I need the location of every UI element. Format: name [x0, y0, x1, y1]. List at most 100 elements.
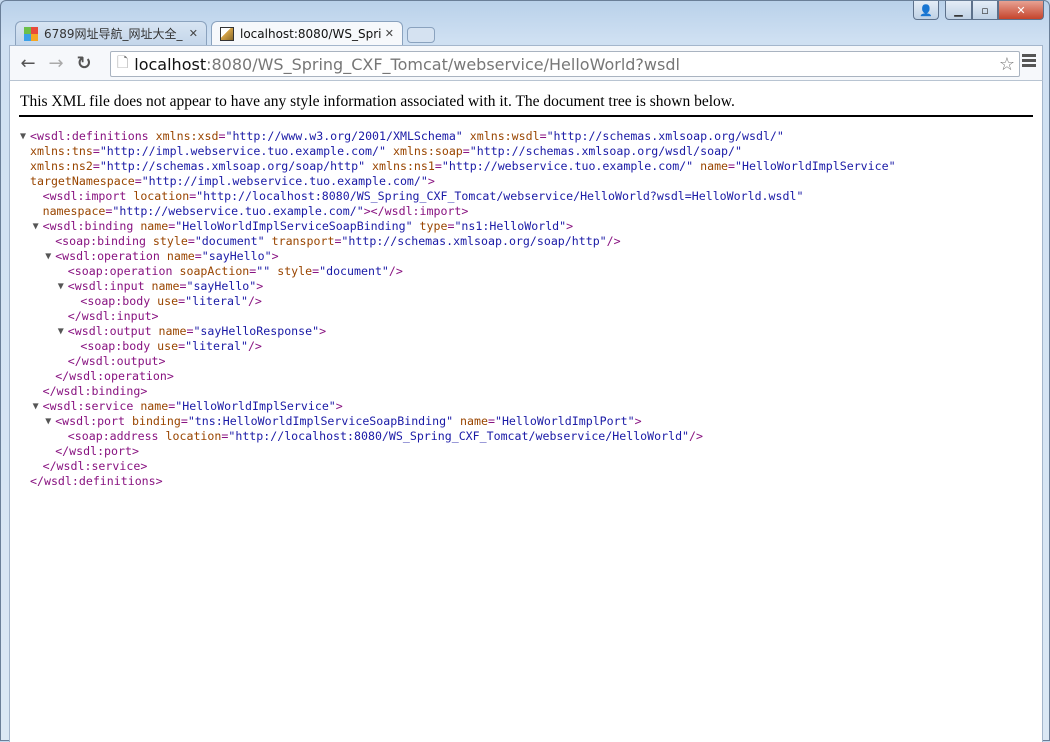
xml-style-notice: This XML file does not appear to have an… — [20, 93, 735, 110]
xml-tag: </wsdl:output> — [67, 354, 166, 368]
back-button[interactable]: ← — [14, 53, 42, 74]
collapse-toggle-icon[interactable]: ▼ — [33, 399, 43, 414]
xml-tag: = — [434, 159, 442, 173]
collapse-toggle-icon[interactable]: ▼ — [45, 414, 55, 429]
collapse-toggle-icon[interactable]: ▼ — [20, 129, 30, 144]
tab-localhost[interactable]: localhost:8080/WS_Spring ✕ — [211, 21, 403, 45]
window-controls: 👤 ▁ ▫ ✕ — [913, 1, 1044, 20]
xml-val: "HelloWorldImplService" — [735, 159, 896, 173]
xml-attr: xmlns:ns1 — [365, 159, 435, 173]
collapse-toggle-icon[interactable]: ▼ — [45, 249, 55, 264]
xml-val: "http://localhost:8080/WS_Spring_CXF_Tom… — [228, 429, 690, 443]
xml-val: "http://schemas.xmlsoap.org/wsdl/" — [546, 129, 784, 143]
xml-tag: /> — [606, 234, 621, 248]
xml-tag: = — [92, 159, 100, 173]
java-page-icon — [220, 26, 234, 41]
xml-tag: = — [539, 129, 547, 143]
xml-attr: name — [693, 159, 729, 173]
url-host: localhost — [134, 54, 207, 74]
xml-val: "sayHelloResponse" — [193, 324, 320, 338]
xml-tag: <wsdl:output — [67, 324, 152, 338]
xml-attr: name — [144, 279, 180, 293]
maximize-icon: ▫ — [981, 3, 989, 17]
xml-tag: </wsdl:operation> — [55, 369, 174, 383]
tab-strip: 6789网址导航_网址大全_ ✕ localhost:8080/WS_Sprin… — [15, 21, 435, 45]
xml-tag: <soap:body — [80, 294, 151, 308]
xml-tag: <wsdl:port — [55, 414, 125, 428]
xml-tag: <soap:body — [80, 339, 151, 353]
xml-val: "http://impl.webservice.tuo.example.com/… — [141, 174, 428, 188]
xml-attr: type — [412, 219, 448, 233]
xml-tag: = — [92, 144, 100, 158]
xml-tag: = — [462, 144, 470, 158]
xml-tag: <wsdl:operation — [55, 249, 160, 263]
close-tab-icon[interactable]: ✕ — [189, 27, 198, 40]
close-tab-icon[interactable]: ✕ — [385, 27, 394, 40]
xml-tag: > — [634, 414, 642, 428]
divider — [19, 115, 1033, 117]
user-profile-button[interactable]: 👤 — [913, 1, 939, 20]
xml-tag: > — [566, 219, 574, 233]
xml-val: "http://schemas.xmlsoap.org/soap/http" — [341, 234, 607, 248]
collapse-toggle-icon[interactable]: ▼ — [58, 324, 68, 339]
xml-val: "http://schemas.xmlsoap.org/wsdl/soap/" — [469, 144, 742, 158]
xml-val: "http://impl.webservice.tuo.example.com/… — [99, 144, 386, 158]
xml-val: "http://webservice.tuo.example.com/" — [112, 204, 364, 218]
bookmark-star-icon[interactable]: ☆ — [999, 54, 1015, 75]
menu-button[interactable] — [1022, 54, 1036, 69]
xml-val: "http://www.w3.org/2001/XMLSchema" — [225, 129, 463, 143]
xml-tag: /> — [247, 339, 262, 353]
xml-tag: > — [271, 249, 279, 263]
xml-tag: <wsdl:service — [42, 399, 134, 413]
toolbar: ← → ↻ 🗋 localhost:8080/WS_Spring_CXF_Tom… — [9, 45, 1043, 81]
xml-tag: </wsdl:service> — [42, 459, 148, 473]
xml-val: "HelloWorldImplServiceSoapBinding" — [175, 219, 413, 233]
xml-attr: name — [151, 324, 187, 338]
new-tab-button[interactable] — [407, 27, 435, 43]
xml-attr: namespace — [42, 204, 106, 218]
tab-6789[interactable]: 6789网址导航_网址大全_ ✕ — [15, 21, 207, 45]
xml-tag: ></wsdl:import> — [363, 204, 469, 218]
xml-tag: > — [427, 174, 435, 188]
url-path: :8080/WS_Spring_CXF_Tomcat/webservice/He… — [206, 54, 680, 74]
xml-val: "document" — [194, 234, 265, 248]
xml-tag: <wsdl:import — [42, 189, 127, 203]
minimize-button[interactable]: ▁ — [945, 1, 972, 20]
reload-button[interactable]: ↻ — [70, 53, 98, 74]
address-bar[interactable]: 🗋 localhost:8080/WS_Spring_CXF_Tomcat/we… — [110, 51, 1020, 77]
xml-attr: transport — [264, 234, 335, 248]
xml-tag: > — [256, 279, 264, 293]
xml-attr: xmlns:xsd — [148, 129, 219, 143]
xml-val: "HelloWorldImplPort" — [494, 414, 635, 428]
xml-tag: <wsdl:binding — [42, 219, 134, 233]
xml-tag: /> — [689, 429, 704, 443]
xml-tag: = — [134, 174, 142, 188]
xml-tag: </wsdl:definitions> — [30, 474, 163, 488]
xml-tag: > — [335, 399, 343, 413]
xml-attr: location — [126, 189, 190, 203]
page-icon: 🗋 — [117, 55, 129, 71]
xml-val: "http://localhost:8080/WS_Spring_CXF_Tom… — [196, 189, 804, 203]
close-window-button[interactable]: ✕ — [998, 1, 1044, 20]
xml-attr: soapAction — [172, 264, 250, 278]
collapse-toggle-icon[interactable]: ▼ — [58, 279, 68, 294]
xml-attr: xmlns:wsdl — [462, 129, 540, 143]
xml-tag: </wsdl:port> — [55, 444, 139, 458]
xml-val: "HelloWorldImplService" — [175, 399, 336, 413]
xml-tag: </wsdl:input> — [67, 309, 159, 323]
xml-attr: use — [150, 294, 179, 308]
xml-attr: style — [145, 234, 188, 248]
xml-attr: xmlns:ns2 — [30, 159, 93, 173]
xml-attr: name — [159, 249, 195, 263]
maximize-button[interactable]: ▫ — [972, 1, 998, 20]
xml-val: "literal" — [185, 339, 248, 353]
browser-window: 👤 ▁ ▫ ✕ 6789网址导航_网址大全_ ✕ localhost:8080/… — [0, 0, 1050, 742]
xml-tag: = — [728, 159, 736, 173]
forward-button[interactable]: → — [42, 53, 70, 74]
collapse-toggle-icon[interactable]: ▼ — [33, 219, 43, 234]
xml-tag: /> — [247, 294, 262, 308]
xml-tag: > — [319, 324, 327, 338]
xml-tag: = — [194, 249, 202, 263]
xml-attr: xmlns:soap — [386, 144, 463, 158]
xml-val: "" — [256, 264, 271, 278]
